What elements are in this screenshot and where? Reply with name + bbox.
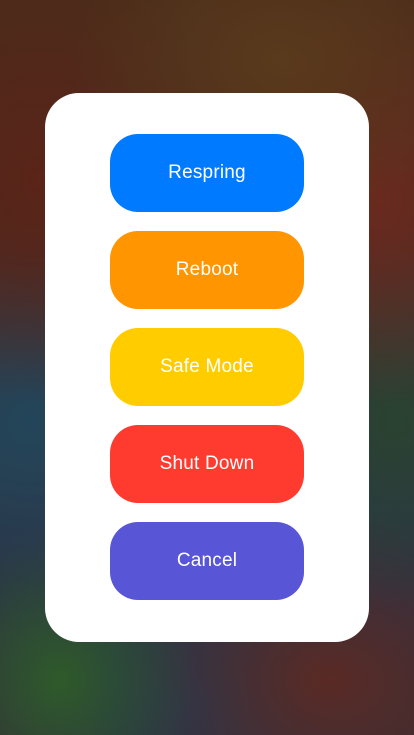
shut-down-button[interactable]: Shut Down [110, 425, 304, 503]
cancel-button[interactable]: Cancel [110, 522, 304, 600]
reboot-button[interactable]: Reboot [110, 231, 304, 309]
safe-mode-button[interactable]: Safe Mode [110, 328, 304, 406]
power-menu-sheet: Respring Reboot Safe Mode Shut Down Canc… [45, 93, 369, 642]
respring-button[interactable]: Respring [110, 134, 304, 212]
